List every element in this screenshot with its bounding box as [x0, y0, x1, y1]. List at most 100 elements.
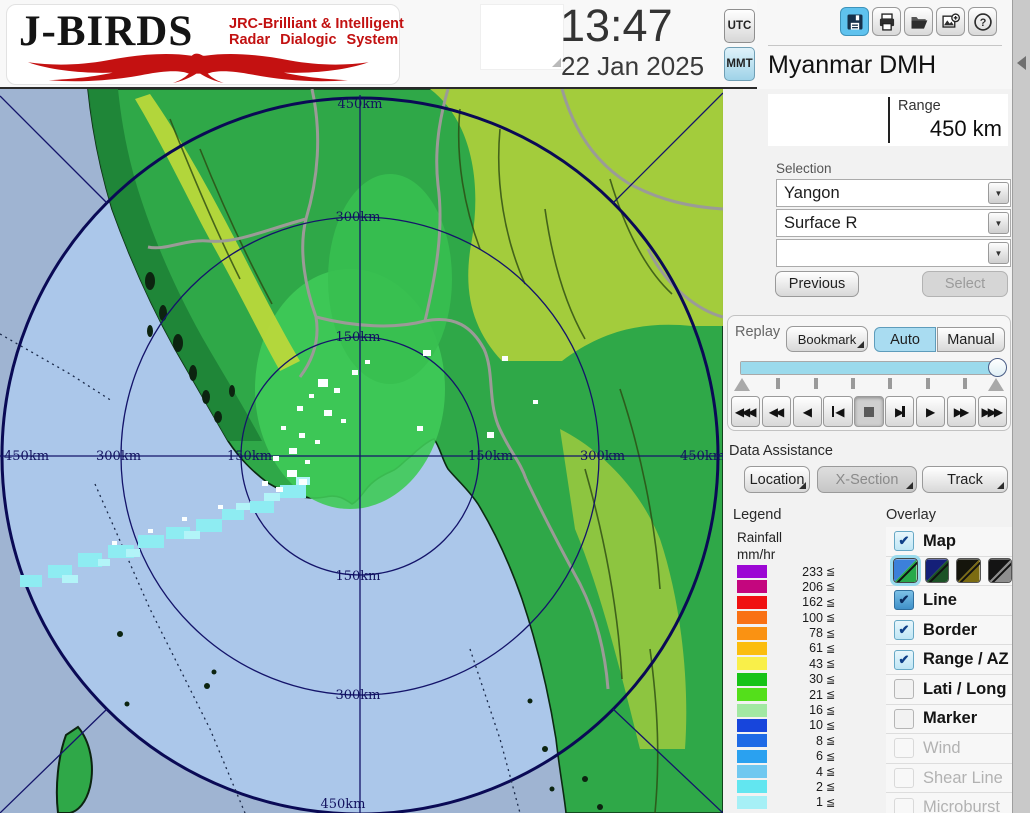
svg-text:?: ? [979, 17, 986, 29]
site-dropdown[interactable]: Yangon ▼ [776, 179, 1011, 207]
svg-text:150km: 150km [227, 449, 272, 464]
legend-row: 233≦ [737, 565, 835, 578]
chevron-down-icon[interactable]: ▼ [988, 212, 1009, 234]
svg-text:450km: 450km [337, 97, 382, 112]
chevron-down-icon[interactable]: ▼ [988, 182, 1009, 204]
range-value: 450 km [930, 116, 1002, 142]
legend-swatch [737, 734, 767, 747]
print-button[interactable] [872, 7, 901, 36]
overlay-item-range-az[interactable]: Range / AZ [886, 644, 1012, 674]
legend-swatch [737, 642, 767, 655]
replay-time-slider[interactable] [740, 361, 1000, 375]
range-az-checkbox[interactable] [894, 650, 914, 670]
legend-row: 1≦ [737, 796, 835, 809]
site-dropdown-value: Yangon [777, 184, 988, 203]
replay-slider-handle[interactable] [988, 358, 1007, 377]
svg-text:450km: 450km [680, 449, 723, 464]
legend-row: 6≦ [737, 750, 835, 763]
manual-mode-button[interactable]: Manual [937, 327, 1005, 352]
svg-text:150km: 150km [335, 569, 380, 584]
map-checkbox[interactable] [894, 531, 914, 551]
line-checkbox[interactable] [894, 590, 914, 610]
save-button[interactable] [840, 7, 869, 36]
radar-map-svg: 450km 300km 150km 150km 300km 450km 450k… [0, 89, 723, 813]
add-image-icon [941, 12, 961, 32]
collapse-arrow-icon[interactable] [1017, 56, 1026, 70]
map-style-swatch-4[interactable] [988, 558, 1013, 583]
track-button[interactable]: Track [922, 466, 1008, 493]
forward-fast-button[interactable]: ▶▶▶ [978, 396, 1007, 427]
step-forward-button[interactable]: ▶ [885, 396, 914, 427]
play-reverse-button[interactable]: ◀ [793, 396, 822, 427]
svg-text:150km: 150km [468, 449, 513, 464]
help-button[interactable]: ? [968, 7, 997, 36]
panel-collapse-strip[interactable] [1012, 0, 1030, 813]
lati-long-checkbox[interactable] [894, 679, 914, 699]
overlay-item-map[interactable]: Map [886, 527, 1012, 556]
range-divider [888, 97, 890, 143]
legend-swatch [737, 596, 767, 609]
border-checkbox[interactable] [894, 620, 914, 640]
data-assistance-label: Data Assistance [729, 443, 833, 459]
open-folder-button[interactable] [904, 7, 933, 36]
clock-time: 13:47 [560, 0, 720, 52]
replay-slider-fill [741, 362, 999, 374]
previous-button[interactable]: Previous [775, 271, 859, 297]
radar-map-view[interactable]: 450km 300km 150km 150km 300km 450km 450k… [0, 89, 723, 813]
overlay-item-border[interactable]: Border [886, 615, 1012, 645]
x-section-button[interactable]: X-Section [817, 466, 917, 493]
map-style-swatch-2[interactable] [925, 558, 950, 583]
legend-swatch [737, 673, 767, 686]
stop-button[interactable] [854, 396, 883, 427]
add-image-button[interactable] [936, 7, 965, 36]
map-style-swatch-1[interactable] [893, 558, 918, 583]
help-icon: ? [973, 12, 993, 32]
slider-end-marker-icon[interactable] [988, 378, 1004, 391]
legend-row: 21≦ [737, 688, 835, 701]
overlay-item-line[interactable]: Line [886, 585, 1012, 615]
legend-row: 162≦ [737, 596, 835, 609]
bookmark-dropdown-button[interactable]: Bookmark [786, 326, 868, 352]
stop-icon [864, 407, 874, 417]
replay-slider-ticks [740, 377, 998, 391]
header-bar: J-BIRDS JRC-Brilliant & Intelligent Rada… [0, 0, 757, 89]
map-style-swatch-3[interactable] [956, 558, 981, 583]
option-dropdown[interactable]: ▼ [776, 239, 1011, 267]
svg-text:300km: 300km [96, 449, 141, 464]
legend-swatch [737, 796, 767, 809]
auto-mode-button[interactable]: Auto [874, 327, 936, 352]
product-dropdown[interactable]: Surface R ▼ [776, 209, 1011, 237]
slider-start-marker-icon[interactable] [734, 378, 750, 391]
play-button[interactable]: ▶ [916, 396, 945, 427]
panel-divider [768, 45, 1002, 46]
legend-swatch [737, 627, 767, 640]
legend-row: 4≦ [737, 765, 835, 778]
chevron-down-icon[interactable]: ▼ [988, 242, 1009, 264]
legend-row: 206≦ [737, 580, 835, 593]
select-button[interactable]: Select [922, 271, 1008, 297]
legend-swatch [737, 704, 767, 717]
marker-checkbox[interactable] [894, 709, 914, 729]
step-back-button[interactable]: ◀ [823, 396, 852, 427]
legend-row: 2≦ [737, 780, 835, 793]
overlay-item-marker[interactable]: Marker [886, 704, 1012, 734]
overlay-item-lati-long[interactable]: Lati / Long [886, 674, 1012, 704]
legend-swatch [737, 765, 767, 778]
map-style-row [886, 556, 1012, 586]
forward-button[interactable]: ▶▶ [947, 396, 976, 427]
shear-line-checkbox [894, 768, 914, 788]
location-button[interactable]: Location [744, 466, 810, 493]
legend-unit-line1: Rainfall [737, 529, 863, 546]
svg-text:450km: 450km [4, 449, 49, 464]
rewind-button[interactable]: ◀◀ [762, 396, 791, 427]
rainfall-legend: Rainfall mm/hr 233≦ 206≦ 162≦ 100≦ 78≦ 6… [737, 529, 863, 563]
resize-grip-icon[interactable] [552, 58, 561, 67]
legend-row: 30≦ [737, 673, 835, 686]
legend-unit-line2: mm/hr [737, 546, 863, 563]
mmt-toggle-button[interactable]: MMT [724, 47, 755, 81]
utc-toggle-button[interactable]: UTC [724, 9, 755, 43]
rewind-fast-button[interactable]: ◀◀◀ [731, 396, 760, 427]
clock-date: 22 Jan 2025 [561, 51, 751, 82]
svg-text:450km: 450km [320, 797, 365, 812]
wind-checkbox [894, 738, 914, 758]
